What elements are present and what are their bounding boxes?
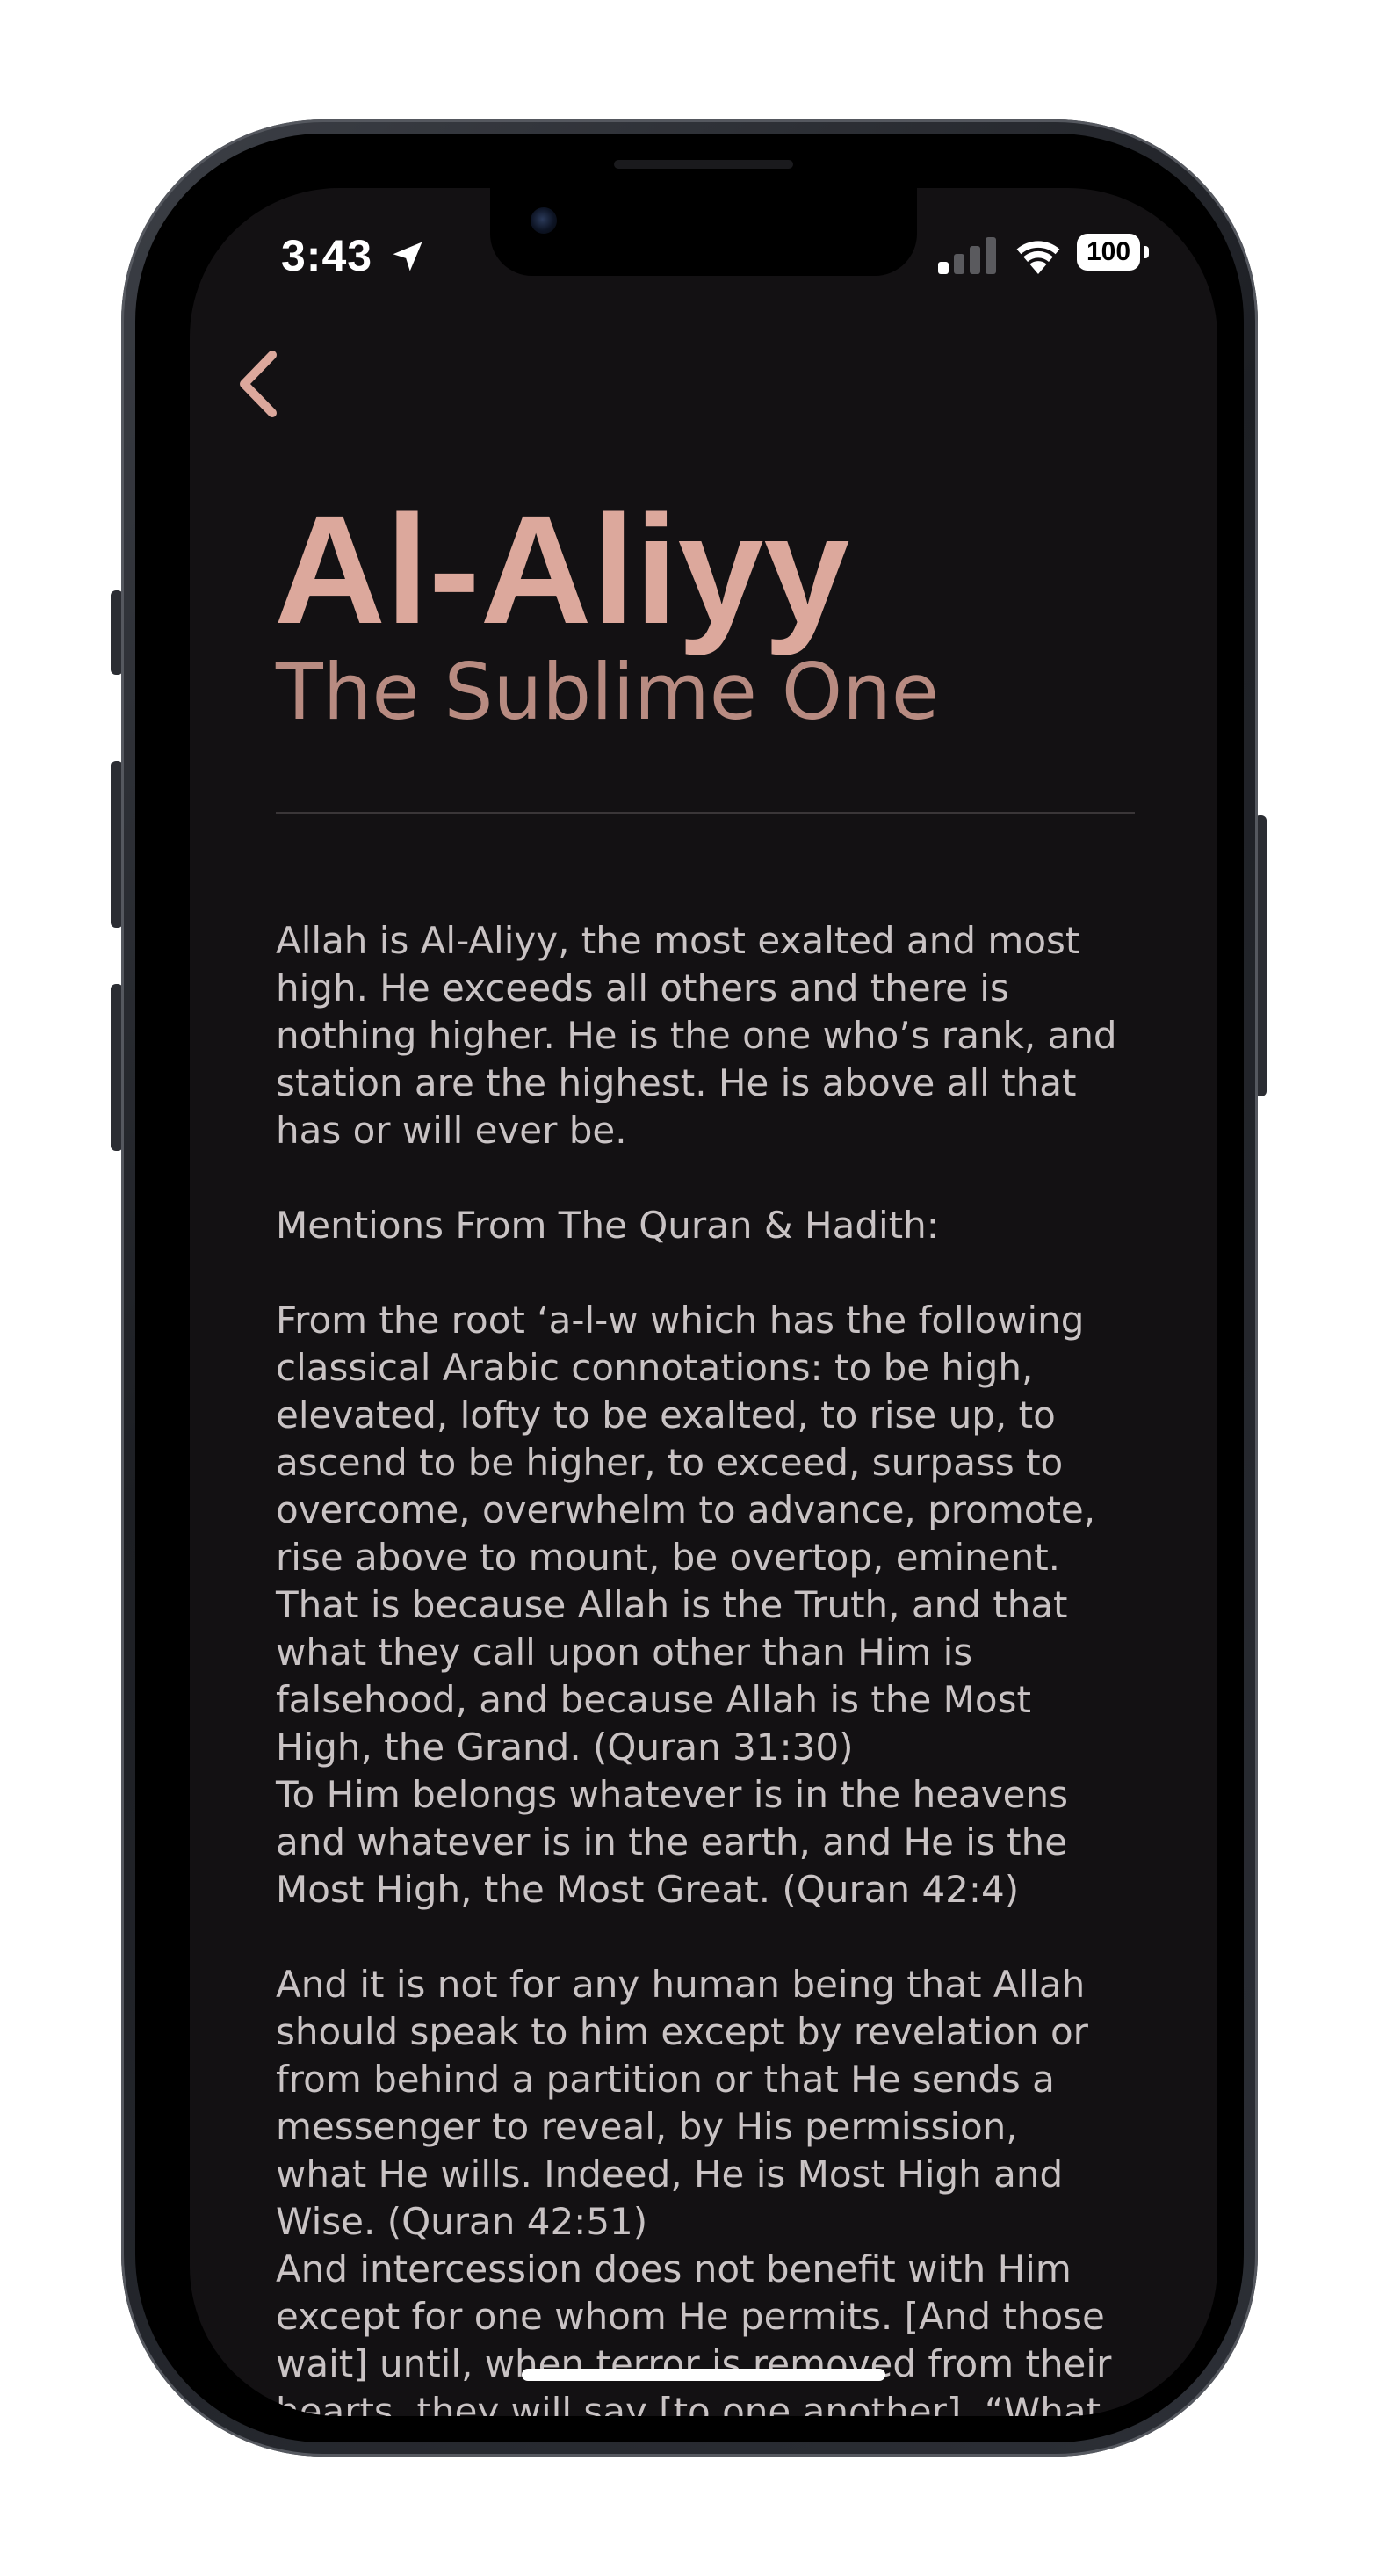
divider [276, 812, 1135, 814]
body-line: Allah is Al-Aliyy, the most exalted and … [276, 919, 1080, 962]
battery-tip [1144, 246, 1149, 258]
body-line: From the root ‘a-l-w which has the follo… [276, 1299, 1085, 1342]
description-body: Allah is Al-Aliyy, the most exalted and … [276, 917, 1154, 2416]
phone-frame: 3:43 100 Al-Aliyy The Sublime One Allah … [121, 119, 1258, 2457]
app-screen: 3:43 100 Al-Aliyy The Sublime One Allah … [190, 188, 1217, 2416]
phone-bezel: 3:43 100 Al-Aliyy The Sublime One Allah … [135, 134, 1244, 2442]
body-line: Wise. (Quran 42:51) [276, 2200, 648, 2243]
body-line: ascend to be higher, to exceed, surpass … [276, 1441, 1064, 1484]
body-line: except for one whom He permits. [And tho… [276, 2295, 1105, 2338]
body-line: To Him belongs whatever is in the heaven… [276, 1773, 1068, 1816]
body-line: station are the highest. He is above all… [276, 1061, 1077, 1104]
body-line: rise above to mount, be overtop, eminent… [276, 1536, 1061, 1579]
body-line: high. He exceeds all others and there is [276, 966, 1009, 1009]
body-line: and whatever is in the earth, and He is … [276, 1820, 1068, 1863]
body-line: And it is not for any human being that A… [276, 1963, 1086, 2006]
status-time: 3:43 [281, 231, 373, 280]
device-mockup: 3:43 100 Al-Aliyy The Sublime One Allah … [0, 0, 1379, 2576]
body-line: what they call upon other than Him is [276, 1631, 973, 1674]
body-line: Mentions From The Quran & Hadith: [276, 1204, 939, 1247]
body-line: messenger to reveal, by His permission, [276, 2105, 1018, 2148]
body-line: from behind a partition or that He sends… [276, 2058, 1055, 2101]
notch [490, 188, 917, 276]
body-line: has or will ever be. [276, 1109, 627, 1152]
wifi-icon [1016, 241, 1060, 274]
body-line: hearts, they will say [to one another], … [276, 2390, 1101, 2416]
body-line: Most High, the Most Great. (Quran 42:4) [276, 1868, 1020, 1911]
speaker-grill [614, 160, 793, 169]
body-line: classical Arabic connotations: to be hig… [276, 1346, 1034, 1389]
battery-level: 100 [1086, 237, 1131, 266]
body-line: elevated, lofty to be exalted, to rise u… [276, 1393, 1056, 1436]
page-title: Al-Aliyy [274, 484, 850, 656]
body-line: That is because Allah is the Truth, and … [276, 1583, 1068, 1626]
home-indicator[interactable] [522, 2369, 885, 2381]
battery-icon: 100 [1077, 234, 1140, 271]
body-line: should speak to him except by revelation… [276, 2010, 1088, 2053]
body-line: overcome, overwhelm to advance, promote, [276, 1488, 1096, 1531]
body-line: And intercession does not benefit with H… [276, 2247, 1072, 2290]
location-arrow-icon [393, 242, 422, 271]
body-line: what He wills. Indeed, He is Most High a… [276, 2153, 1064, 2196]
page-subtitle: The Sublime One [276, 647, 940, 737]
body-line: High, the Grand. (Quran 31:30) [276, 1726, 854, 1769]
cellular-signal-icon [938, 237, 996, 274]
body-line: nothing higher. He is the one who’s rank… [276, 1014, 1117, 1057]
chevron-left-icon[interactable] [227, 344, 288, 423]
body-line: falsehood, and because Allah is the Most [276, 1678, 1031, 1721]
front-camera [531, 207, 557, 234]
